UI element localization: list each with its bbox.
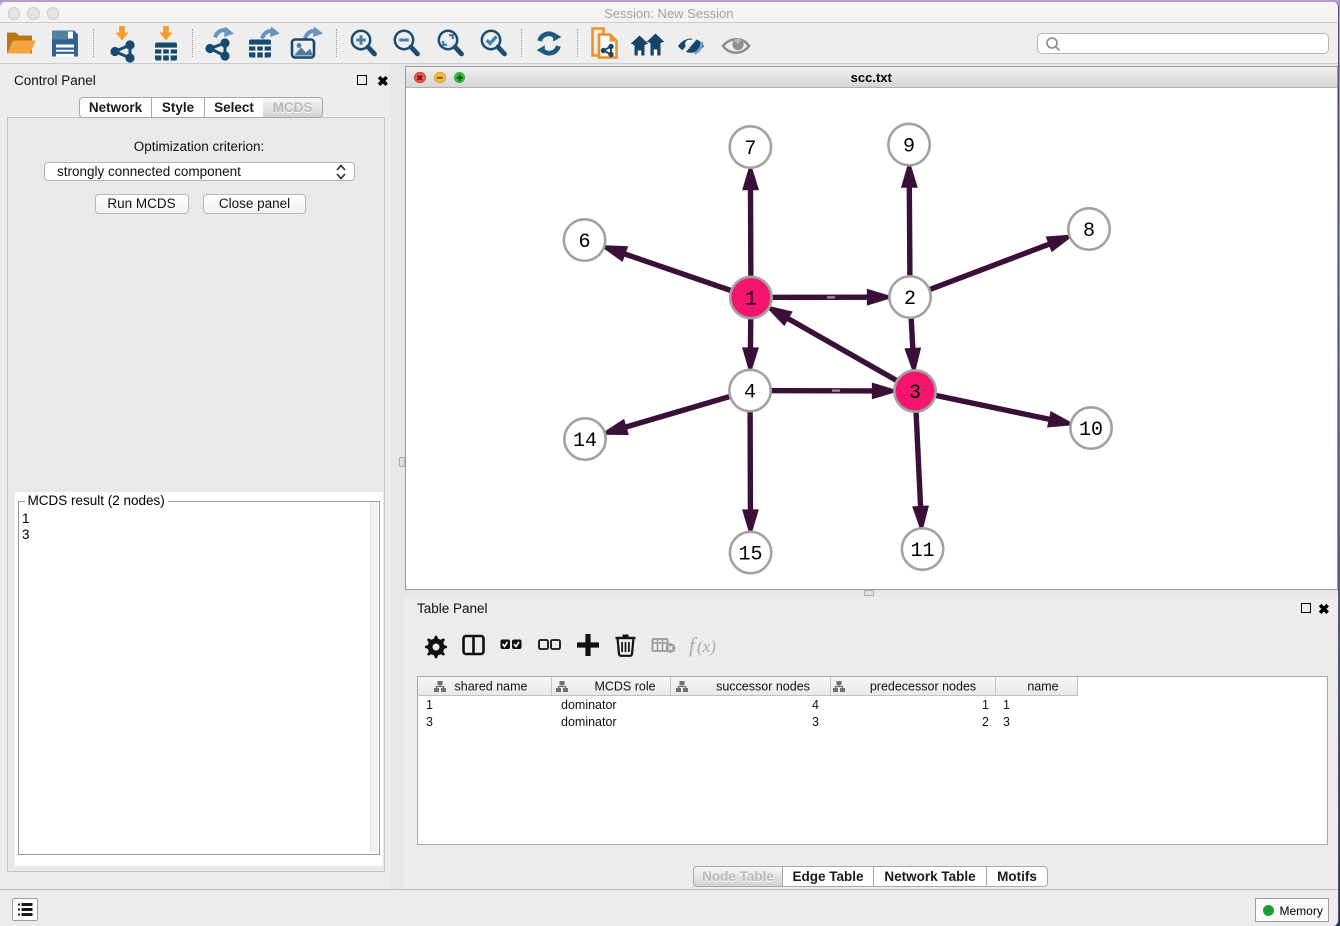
svg-text:1: 1 bbox=[745, 288, 757, 311]
svg-text:8: 8 bbox=[1083, 220, 1095, 243]
svg-text:6: 6 bbox=[579, 231, 591, 254]
svg-text:shared name: shared name bbox=[455, 680, 528, 694]
svg-text:predecessor nodes: predecessor nodes bbox=[870, 680, 976, 694]
svg-text:successor nodes: successor nodes bbox=[716, 680, 810, 694]
svg-text:2: 2 bbox=[904, 288, 916, 311]
svg-text:(x): (x) bbox=[697, 637, 716, 656]
svg-text:name: name bbox=[1027, 680, 1058, 694]
svg-text:4: 4 bbox=[744, 382, 756, 405]
svg-text:9: 9 bbox=[903, 136, 915, 159]
svg-text:3: 3 bbox=[909, 382, 921, 405]
svg-text:10: 10 bbox=[1079, 419, 1103, 442]
svg-text:15: 15 bbox=[739, 544, 763, 567]
svg-text:14: 14 bbox=[573, 430, 597, 453]
svg-text:7: 7 bbox=[744, 138, 756, 161]
svg-text:11: 11 bbox=[911, 540, 935, 563]
svg-text:MCDS role: MCDS role bbox=[594, 680, 655, 694]
